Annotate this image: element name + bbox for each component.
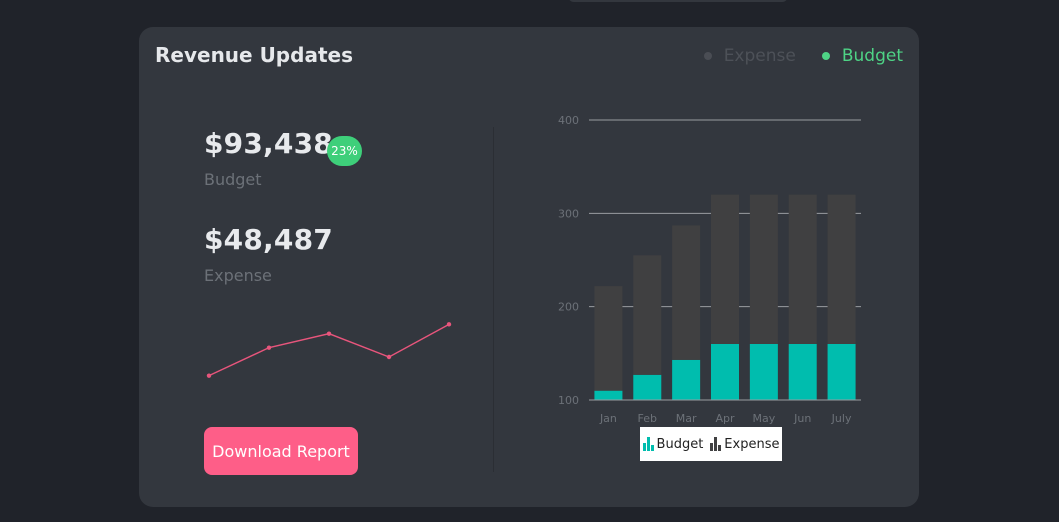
bar-expense-apr[interactable]: [711, 194, 739, 344]
y-tick-label: 100: [558, 394, 579, 407]
bar-expense-jan[interactable]: [594, 286, 623, 391]
sparkline-point[interactable]: [326, 331, 332, 336]
budget-dot-icon: [821, 52, 830, 60]
bar-expense-may[interactable]: [749, 194, 778, 344]
y-tick-label: 200: [558, 301, 579, 314]
budget-label: Budget: [204, 170, 262, 189]
bar-budget-jan[interactable]: [594, 390, 623, 400]
download-report-button[interactable]: Download Report: [204, 427, 358, 475]
bar-expense-mar[interactable]: [672, 225, 701, 360]
x-tick-label: Jan: [599, 412, 617, 425]
expense-label: Expense: [204, 266, 272, 285]
legend-budget-label: Budget: [841, 46, 903, 66]
card-title: Revenue Updates: [155, 43, 353, 67]
expense-dot-icon: [703, 52, 712, 60]
revenue-updates-card: Revenue Updates Expense Budget $93,438 2…: [139, 27, 919, 507]
x-tick-label: Mar: [676, 412, 697, 425]
x-tick-label: Jun: [793, 412, 811, 425]
bar-budget-jun[interactable]: [788, 344, 817, 400]
legend-item-expense: Expense: [703, 46, 796, 66]
bar-budget-feb[interactable]: [633, 374, 662, 400]
legend-item-budget: Budget: [821, 46, 903, 66]
divider: [493, 127, 494, 472]
bar-chart-icon: [642, 437, 654, 451]
x-tick-label: July: [831, 412, 852, 425]
bar-expense-feb[interactable]: [633, 255, 662, 375]
bar-expense-jun[interactable]: [788, 194, 817, 344]
y-tick-label: 300: [558, 207, 579, 220]
legend-expense-label: Expense: [723, 46, 796, 66]
sparkline-chart: [206, 322, 452, 378]
x-tick-label: May: [752, 412, 775, 425]
budget-change-badge: 23%: [327, 136, 362, 166]
bar-budget-july[interactable]: [827, 344, 856, 400]
chart-legend-expense[interactable]: Expense: [710, 437, 779, 452]
chart-legend-budget[interactable]: Budget: [642, 436, 704, 452]
revenue-bar-chart: 100 200 300 400 Jan Feb Mar Apr May Jun July: [558, 114, 861, 425]
y-tick-label: 400: [558, 114, 579, 127]
card-legend: Expense Budget: [703, 46, 903, 66]
top-bar-fragment: [568, 0, 788, 2]
chart-legend-budget-label: Budget: [656, 436, 704, 452]
sparkline-point[interactable]: [206, 373, 212, 378]
chart-legend-expense-label: Expense: [724, 436, 780, 452]
sparkline-point[interactable]: [386, 354, 392, 360]
expense-value: $48,487: [204, 223, 333, 256]
bar-budget-apr[interactable]: [711, 344, 739, 400]
bar-budget-mar[interactable]: [672, 359, 701, 400]
budget-value: $93,438: [204, 127, 333, 160]
bar-chart-icon: [710, 437, 722, 451]
x-tick-label: Feb: [638, 412, 657, 425]
bar-budget-may[interactable]: [749, 344, 778, 400]
chart-legend: Budget Expense: [640, 427, 782, 461]
x-tick-label: Apr: [715, 412, 735, 425]
bar-expense-july[interactable]: [827, 194, 856, 344]
sparkline-point[interactable]: [446, 322, 452, 327]
sparkline-point[interactable]: [266, 345, 272, 350]
